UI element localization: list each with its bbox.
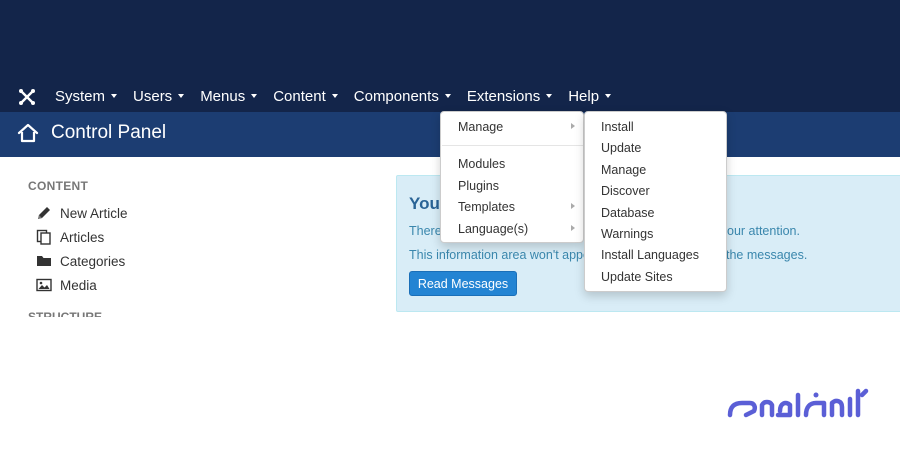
sidebar-item-media[interactable]: Media — [36, 277, 97, 293]
menu-item-label: Manage — [458, 119, 504, 134]
caret-down-icon — [605, 94, 612, 98]
alert-text-line1-start: There — [409, 224, 442, 238]
read-messages-button[interactable]: Read Messages — [409, 271, 517, 296]
sidebar-item-categories[interactable]: Categories — [36, 253, 125, 269]
caret-down-icon — [331, 94, 338, 98]
submenu-item-install[interactable]: Install — [585, 116, 726, 137]
joomla-logo-icon[interactable] — [18, 88, 36, 106]
submenu-item-label: Discover — [601, 183, 650, 198]
caret-down-icon — [111, 94, 118, 98]
chevron-right-icon — [571, 203, 575, 209]
menu-item-plugins[interactable]: Plugins — [441, 175, 583, 196]
nav-item-system[interactable]: System — [47, 80, 125, 112]
nav-label: Users — [133, 87, 173, 105]
alert-heading: You — [409, 194, 440, 213]
sidebar-heading-content: CONTENT — [28, 179, 89, 193]
submenu-item-discover[interactable]: Discover — [585, 180, 726, 201]
nav-label: Help — [568, 87, 600, 105]
submenu-item-install-languages[interactable]: Install Languages — [585, 244, 726, 265]
submenu-item-update[interactable]: Update — [585, 137, 726, 158]
sidebar-item-label: Media — [60, 277, 97, 293]
nav-label: System — [55, 87, 106, 105]
extensions-dropdown-menu: Manage Modules Plugins Templates Languag… — [440, 111, 584, 243]
alert-text-line2-end: the messages. — [726, 248, 808, 262]
image-icon — [36, 278, 52, 292]
sidebar-item-label: Categories — [60, 253, 126, 269]
caret-down-icon — [444, 94, 451, 98]
menu-item-manage[interactable]: Manage — [441, 116, 583, 137]
joomla-admin-screen: System Users Menus Content Components Ex… — [0, 0, 900, 450]
chevron-right-icon — [571, 225, 575, 231]
menu-item-templates[interactable]: Templates — [441, 196, 583, 217]
nav-item-extensions[interactable]: Extensions — [458, 80, 561, 112]
nav-label: Content — [273, 87, 326, 105]
menu-item-languages[interactable]: Language(s) — [441, 218, 583, 239]
pencil-icon — [38, 207, 50, 219]
nav-item-users[interactable]: Users — [125, 80, 192, 112]
chevron-right-icon — [571, 123, 575, 129]
nav-label: Menus — [200, 87, 246, 105]
sidebar-heading-structure: STRUCTURE — [28, 310, 102, 317]
menu-item-label: Plugins — [458, 178, 499, 193]
nav-item-help[interactable]: Help — [560, 80, 619, 112]
iran-server-watermark-logo — [727, 388, 869, 418]
submenu-item-label: Install Languages — [601, 247, 699, 262]
sidebar-item-label: Articles — [60, 229, 105, 245]
nav-item-components[interactable]: Components — [346, 80, 459, 112]
menu-divider — [442, 145, 583, 146]
nav-label: Components — [353, 87, 439, 105]
sidebar-item-articles[interactable]: Articles — [36, 229, 104, 245]
alert-text-line1-end: our attention. — [727, 224, 800, 238]
menu-item-label: Modules — [458, 156, 506, 171]
home-icon — [17, 123, 39, 143]
caret-down-icon — [251, 94, 258, 98]
nav-label: Extensions — [466, 87, 541, 105]
folder-icon — [37, 256, 51, 266]
submenu-item-label: Install — [601, 119, 634, 134]
submenu-item-database[interactable]: Database — [585, 202, 726, 223]
nav-item-menus[interactable]: Menus — [192, 80, 265, 112]
copy-icon — [36, 229, 51, 245]
menu-item-modules[interactable]: Modules — [441, 153, 583, 174]
menu-item-label: Language(s) — [458, 221, 529, 236]
alert-text-line2-start: This information area won't appea — [409, 248, 597, 262]
caret-down-icon — [546, 94, 553, 98]
menu-item-label: Templates — [458, 199, 515, 214]
submenu-item-update-sites[interactable]: Update Sites — [585, 266, 726, 287]
submenu-item-label: Manage — [601, 162, 647, 177]
submenu-item-manage[interactable]: Manage — [585, 159, 726, 180]
page-title: Control Panel — [51, 122, 167, 143]
submenu-item-warnings[interactable]: Warnings — [585, 223, 726, 244]
submenu-item-label: Update — [601, 140, 642, 155]
submenu-item-label: Database — [601, 205, 655, 220]
sidebar-item-label: New Article — [60, 205, 128, 221]
sidebar-item-new-article[interactable]: New Article — [36, 205, 128, 221]
main-nav: System Users Menus Content Components Ex… — [47, 80, 619, 112]
nav-item-content[interactable]: Content — [265, 80, 346, 112]
caret-down-icon — [178, 94, 185, 98]
manage-submenu: Install Update Manage Discover Database … — [584, 111, 727, 292]
submenu-item-label: Update Sites — [601, 269, 673, 284]
submenu-item-label: Warnings — [601, 226, 654, 241]
